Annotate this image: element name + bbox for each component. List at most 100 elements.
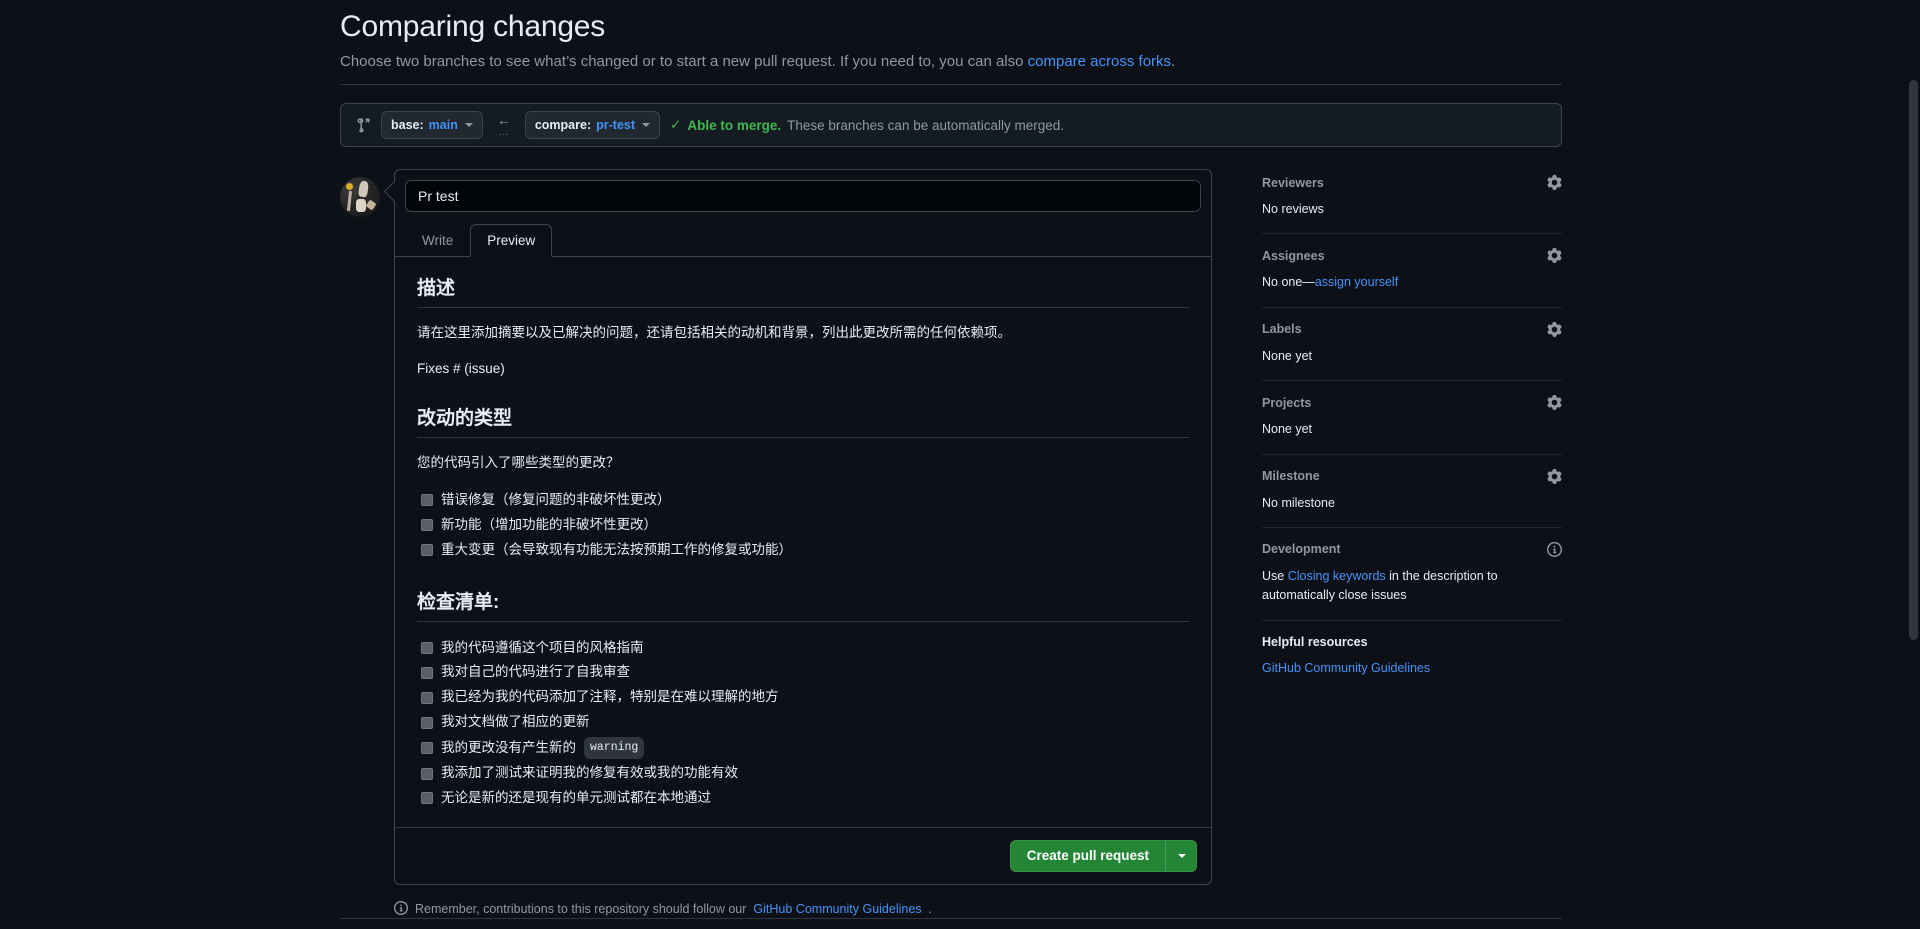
gear-icon[interactable] bbox=[1547, 321, 1562, 337]
create-pull-request-button[interactable]: Create pull request bbox=[1009, 839, 1165, 872]
base-branch-name: main bbox=[428, 118, 458, 132]
gear-icon[interactable] bbox=[1547, 248, 1562, 264]
checkbox-change-type-2[interactable] bbox=[421, 544, 433, 557]
list-item[interactable]: 无论是新的还是现有的单元测试都在本地通过 bbox=[421, 786, 1189, 811]
sidebar-section-milestone: Milestone No milestone bbox=[1262, 468, 1562, 528]
checklist-task-list: 我的代码遵循这个项目的风格指南 我对自己的代码进行了自我审查 我已经为我的代码添… bbox=[421, 636, 1189, 811]
list-item-label: 我对文档做了相应的更新 bbox=[441, 714, 590, 730]
list-item[interactable]: 我的更改没有产生新的 warning bbox=[421, 735, 1189, 761]
gear-icon[interactable] bbox=[1547, 468, 1562, 484]
footer-community-guidelines-link[interactable]: GitHub Community Guidelines bbox=[753, 902, 921, 916]
list-item-label: 我的代码遵循这个项目的风格指南 bbox=[441, 639, 644, 655]
list-item[interactable]: 我对文档做了相应的更新 bbox=[421, 710, 1189, 735]
list-item[interactable]: 新功能（增加功能的非破坏性更改） bbox=[421, 513, 1189, 538]
list-item-label: 我已经为我的代码添加了注释，特别是在难以理解的地方 bbox=[441, 689, 779, 705]
compare-direction-arrow: ← ... bbox=[493, 113, 515, 138]
merge-status: ✓ Able to merge. These branches can be a… bbox=[670, 117, 1064, 133]
compare-branch-label: compare: bbox=[534, 118, 592, 132]
github-community-guidelines-link[interactable]: GitHub Community Guidelines bbox=[1262, 661, 1430, 675]
list-item[interactable]: 重大变更（会导致现有功能无法按预期工作的修复或功能） bbox=[421, 538, 1189, 563]
scrollbar-thumb[interactable] bbox=[1909, 80, 1918, 640]
sidebar-section-assignees: Assignees No one—assign yourself bbox=[1262, 248, 1562, 308]
closing-keywords-link[interactable]: Closing keywords bbox=[1288, 569, 1386, 583]
heading-checklist: 检查清单: bbox=[417, 587, 1189, 622]
chevron-down-icon bbox=[464, 123, 473, 127]
avatar bbox=[340, 177, 380, 217]
footer-note: Remember, contributions to this reposito… bbox=[394, 900, 1562, 918]
sidebar-section-header: Development bbox=[1262, 541, 1562, 557]
info-icon bbox=[394, 900, 408, 918]
scrollbar-track[interactable] bbox=[1907, 0, 1920, 929]
pull-request-compose-box: Write Preview 描述 请在这里添加摘要以及已解决的问题，还请包括相关… bbox=[394, 169, 1212, 885]
sidebar-section-title: Milestone bbox=[1262, 469, 1320, 483]
sidebar-section-title: Projects bbox=[1262, 395, 1312, 410]
development-text-prefix: Use bbox=[1262, 568, 1288, 583]
sidebar-section-value: None yet bbox=[1262, 422, 1313, 437]
inline-code-warning: warning bbox=[584, 737, 645, 760]
bottom-divider bbox=[340, 918, 1562, 919]
compose-box-footer: Create pull request bbox=[395, 826, 1211, 884]
checkbox-checklist-6[interactable] bbox=[421, 792, 433, 805]
compare-across-forks-link[interactable]: compare across forks bbox=[1028, 53, 1171, 70]
sidebar-section-labels: Labels None yet bbox=[1262, 321, 1562, 382]
list-item-label: 错误修复（修复问题的非破坏性更改） bbox=[441, 491, 671, 507]
checkbox-checklist-1[interactable] bbox=[421, 666, 433, 679]
list-item[interactable]: 我已经为我的代码添加了注释，特别是在难以理解的地方 bbox=[421, 685, 1189, 710]
sidebar-section-title: Reviewers bbox=[1262, 175, 1324, 190]
sidebar-section-title: Development bbox=[1262, 542, 1341, 557]
branch-compare-bar: base: main ← ... compare: pr-test ✓ Able… bbox=[340, 103, 1562, 147]
checkbox-checklist-2[interactable] bbox=[421, 691, 433, 704]
git-compare-icon bbox=[355, 117, 371, 133]
page-title: Comparing changes bbox=[340, 10, 606, 43]
arrow-dots: ... bbox=[498, 126, 509, 138]
assignees-none-text: No one— bbox=[1262, 275, 1315, 290]
list-item[interactable]: 我添加了测试来证明我的修复有效或我的功能有效 bbox=[421, 761, 1189, 786]
editor-tabs: Write Preview bbox=[395, 212, 1211, 257]
pr-title-input[interactable] bbox=[405, 180, 1201, 212]
sidebar-section-value: Use Closing keywords in the description … bbox=[1262, 567, 1562, 606]
checkbox-checklist-0[interactable] bbox=[421, 642, 433, 654]
description-fixes: Fixes # (issue) bbox=[417, 360, 505, 376]
chevron-down-icon bbox=[1178, 853, 1186, 858]
list-item[interactable]: 我的代码遵循这个项目的风格指南 bbox=[421, 636, 1189, 661]
compare-branch-selector[interactable]: compare: pr-test bbox=[524, 111, 661, 139]
markdown-preview-body: 描述 请在这里添加摘要以及已解决的问题，还请包括相关的动机和背景，列出此更改所需… bbox=[395, 257, 1211, 819]
assign-yourself-link[interactable]: assign yourself bbox=[1315, 275, 1398, 289]
pr-title-wrap bbox=[395, 170, 1211, 212]
checkbox-checklist-4[interactable] bbox=[421, 742, 433, 755]
gear-icon[interactable] bbox=[1547, 175, 1562, 190]
footer-note-text: Remember, contributions to this reposito… bbox=[415, 902, 747, 917]
page-content: Comparing changes Choose two branches to… bbox=[340, 0, 1562, 918]
list-item-label: 新功能（增加功能的非破坏性更改） bbox=[441, 516, 657, 532]
list-item[interactable]: 错误修复（修复问题的非破坏性更改） bbox=[421, 488, 1189, 513]
checkbox-checklist-5[interactable] bbox=[421, 767, 433, 780]
tab-preview[interactable]: Preview bbox=[470, 224, 553, 257]
pull-request-form-column: Write Preview 描述 请在这里添加摘要以及已解决的问题，还请包括相关… bbox=[340, 169, 1212, 885]
list-item[interactable]: 我对自己的代码进行了自我审查 bbox=[421, 660, 1189, 685]
checkbox-change-type-0[interactable] bbox=[421, 494, 433, 507]
info-icon[interactable] bbox=[1547, 541, 1562, 557]
checkbox-checklist-3[interactable] bbox=[421, 716, 433, 729]
sidebar-section-header: Reviewers bbox=[1262, 175, 1562, 190]
description-paragraph: 请在这里添加摘要以及已解决的问题，还请包括相关的动机和背景，列出此更改所需的任何… bbox=[417, 325, 1011, 340]
heading-description: 描述 bbox=[417, 273, 1189, 308]
merge-status-rest: These branches can be automatically merg… bbox=[787, 117, 1065, 133]
sidebar-section-header: Projects bbox=[1262, 395, 1562, 411]
tab-write[interactable]: Write bbox=[405, 224, 470, 257]
sidebar-section-value: No reviews bbox=[1262, 202, 1324, 216]
gear-icon[interactable] bbox=[1547, 395, 1562, 411]
list-item-label: 我添加了测试来证明我的修复有效或我的功能有效 bbox=[441, 765, 738, 781]
base-branch-selector[interactable]: base: main bbox=[381, 111, 483, 139]
list-item-label: 无论是新的还是现有的单元测试都在本地通过 bbox=[441, 789, 711, 805]
sidebar-section-value: No milestone bbox=[1262, 495, 1335, 510]
heading-change-type: 改动的类型 bbox=[417, 403, 1189, 439]
create-pull-request-dropdown[interactable] bbox=[1165, 839, 1197, 872]
main-row: Write Preview 描述 请在这里添加摘要以及已解决的问题，还请包括相关… bbox=[340, 169, 1562, 885]
sidebar-section-header: Labels bbox=[1262, 321, 1562, 337]
footer-note-suffix: . bbox=[928, 902, 933, 917]
sidebar-section-projects: Projects None yet bbox=[1262, 395, 1562, 455]
base-branch-label: base: bbox=[391, 118, 424, 132]
header-divider bbox=[340, 84, 1562, 85]
sidebar-section-value: No one—assign yourself bbox=[1262, 273, 1562, 292]
checkbox-change-type-1[interactable] bbox=[421, 519, 433, 532]
